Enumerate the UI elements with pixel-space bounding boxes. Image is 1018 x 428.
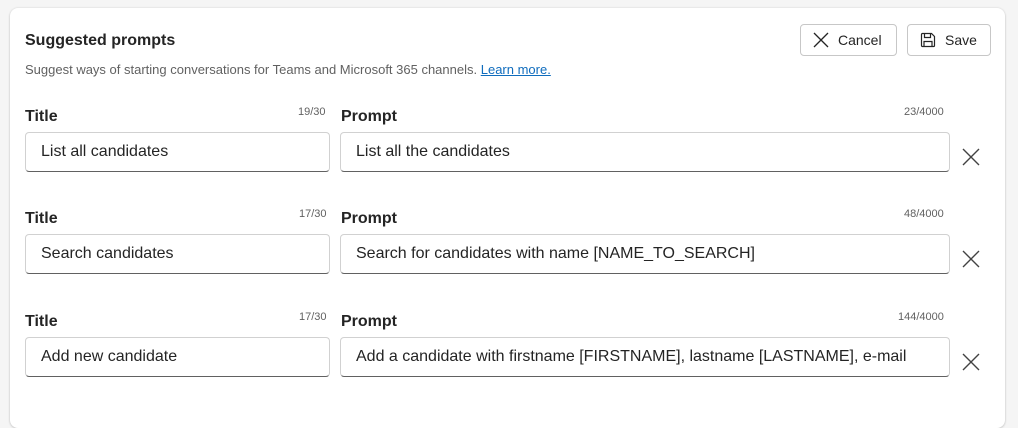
close-icon <box>813 32 829 48</box>
title-input[interactable]: List all candidates <box>25 132 330 172</box>
prompt-label: Prompt <box>341 210 397 227</box>
prompt-char-count: 48/4000 <box>904 208 944 220</box>
title-char-count: 17/30 <box>299 208 327 220</box>
title-label: Title <box>25 108 58 125</box>
description-text: Suggest ways of starting conversations f… <box>25 62 478 77</box>
close-icon[interactable] <box>960 351 982 373</box>
section-description: Suggest ways of starting conversations f… <box>25 62 551 77</box>
close-icon[interactable] <box>960 248 982 270</box>
save-icon <box>920 32 936 48</box>
prompt-row: Title 17/30 Prompt 144/4000 Add new cand… <box>10 311 1005 403</box>
title-label: Title <box>25 313 58 330</box>
prompt-row: Title 17/30 Prompt 48/4000 Search candid… <box>10 208 1005 300</box>
prompt-char-count: 23/4000 <box>904 106 944 118</box>
suggested-prompts-card: Suggested prompts Suggest ways of starti… <box>10 8 1005 428</box>
cancel-label: Cancel <box>838 32 882 48</box>
prompt-label: Prompt <box>341 108 397 125</box>
prompt-input[interactable]: Search for candidates with name [NAME_TO… <box>340 234 950 274</box>
title-label: Title <box>25 210 58 227</box>
prompt-input[interactable]: Add a candidate with firstname [FIRSTNAM… <box>340 337 950 377</box>
learn-more-link[interactable]: Learn more. <box>481 62 551 77</box>
prompt-label: Prompt <box>341 313 397 330</box>
title-input[interactable]: Add new candidate <box>25 337 330 377</box>
section-title: Suggested prompts <box>25 32 176 49</box>
prompt-input[interactable]: List all the candidates <box>340 132 950 172</box>
title-char-count: 17/30 <box>299 311 327 323</box>
cancel-button[interactable]: Cancel <box>800 24 897 56</box>
prompt-char-count: 144/4000 <box>898 311 944 323</box>
title-char-count: 19/30 <box>298 106 326 118</box>
prompt-row: Title 19/30 Prompt 23/4000 List all cand… <box>10 106 1005 198</box>
save-button[interactable]: Save <box>907 24 991 56</box>
save-label: Save <box>945 32 977 48</box>
title-input[interactable]: Search candidates <box>25 234 330 274</box>
close-icon[interactable] <box>960 146 982 168</box>
